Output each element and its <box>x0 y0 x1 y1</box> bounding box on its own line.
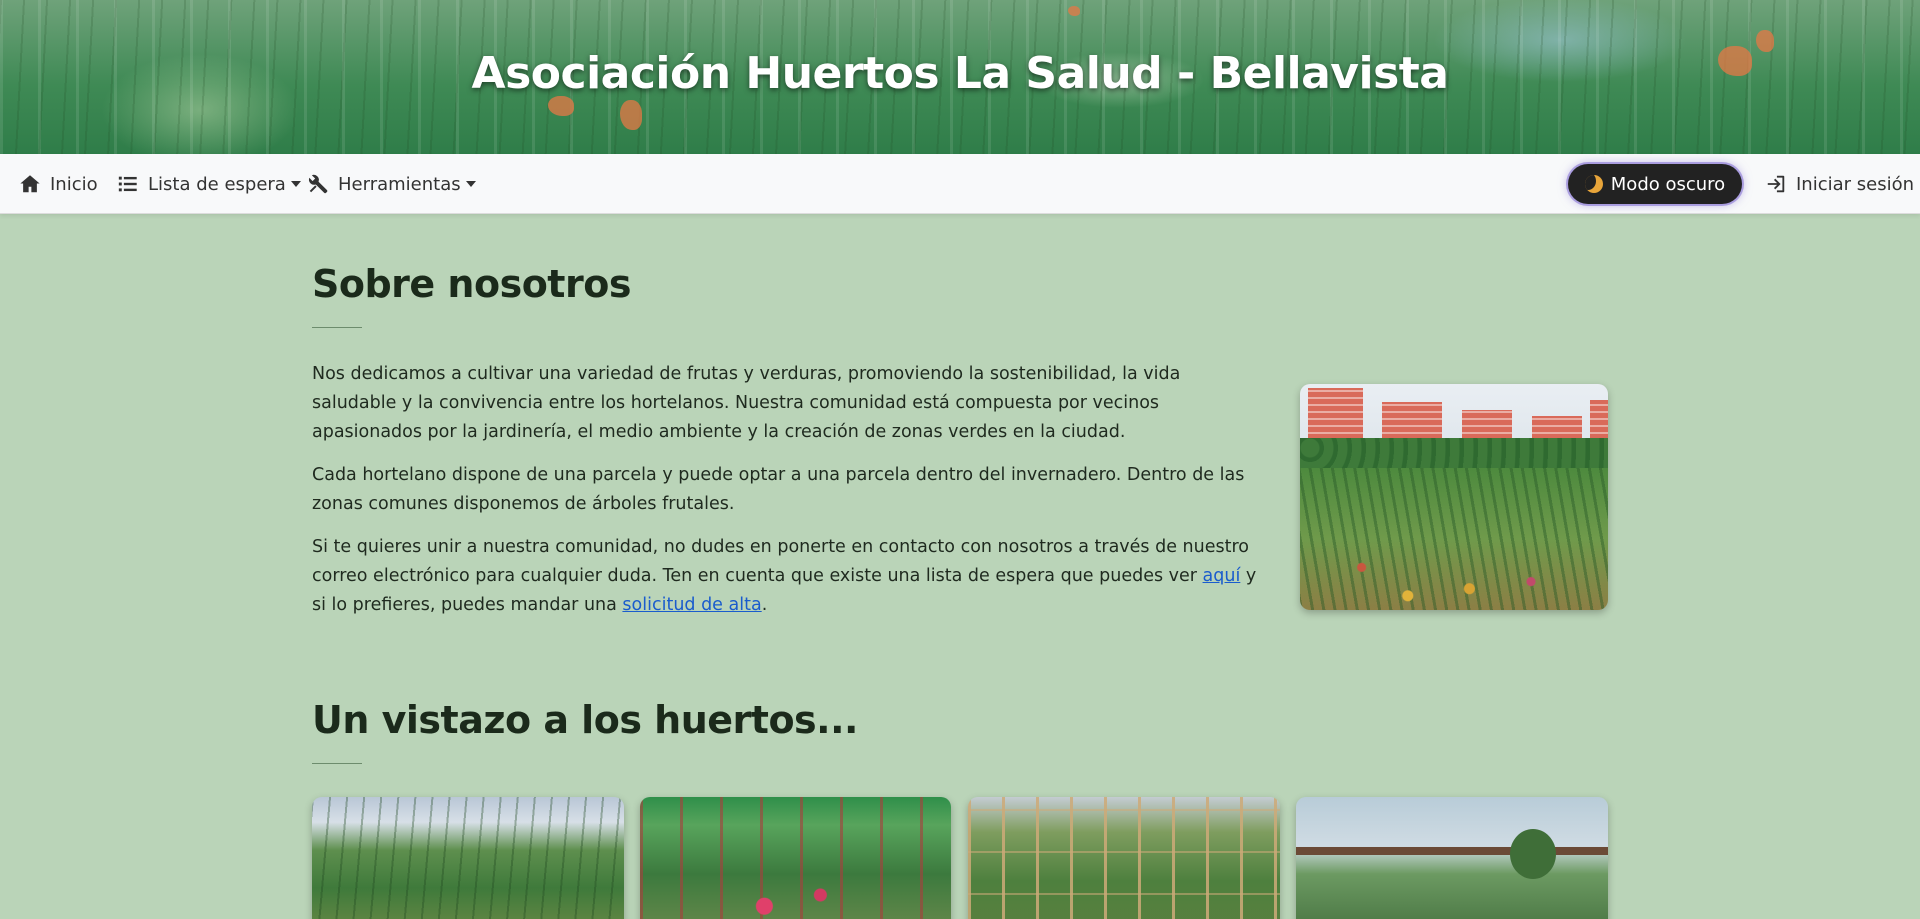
gallery-photo-4[interactable] <box>1296 797 1608 919</box>
gallery-photo-1[interactable] <box>312 797 624 919</box>
nav-item-inicio[interactable]: Inicio <box>19 154 98 214</box>
photo-garden <box>1300 468 1608 610</box>
signup-request-link[interactable]: solicitud de alta <box>622 595 761 615</box>
section-divider <box>312 327 362 328</box>
banner-flower <box>620 100 642 130</box>
login-link[interactable]: Iniciar sesión <box>1765 154 1914 214</box>
gallery-photo-3[interactable] <box>968 797 1280 919</box>
nav-item-herramientas[interactable]: Herramientas <box>307 154 476 214</box>
header-banner: Asociación Huertos La Salud - Bellavista <box>0 0 1920 154</box>
waitlist-link[interactable]: aquí <box>1203 566 1241 586</box>
nav-item-label: Herramientas <box>338 173 461 195</box>
banner-flower <box>1068 6 1080 16</box>
login-icon <box>1767 175 1785 193</box>
dark-mode-toggle[interactable]: Modo oscuro <box>1568 164 1742 204</box>
about-photo <box>1300 384 1608 610</box>
moon-icon <box>1584 175 1603 193</box>
banner-flower <box>548 96 574 116</box>
about-p3-text: . <box>761 595 768 615</box>
tools-icon <box>308 174 328 194</box>
about-paragraph-1: Nos dedicamos a cultivar una variedad de… <box>312 364 1181 442</box>
gallery-title: Un vistazo a los huertos... <box>312 698 858 742</box>
nav-item-label: Inicio <box>50 173 98 195</box>
chevron-down-icon <box>465 181 476 187</box>
photo-tree <box>1510 829 1556 879</box>
about-paragraph-3: Si te quieres unir a nuestra comunidad, … <box>312 533 1262 620</box>
site-title: Asociación Huertos La Salud - Bellavista <box>471 48 1449 99</box>
nav-item-lista-espera[interactable]: Lista de espera <box>117 154 301 214</box>
home-icon <box>20 175 40 193</box>
nav-item-label: Lista de espera <box>148 173 286 195</box>
about-text: Nos dedicamos a cultivar una variedad de… <box>312 360 1262 634</box>
login-label: Iniciar sesión <box>1796 173 1915 195</box>
chevron-down-icon <box>290 181 301 187</box>
about-paragraph-2: Cada hortelano dispone de una parcela y … <box>312 465 1245 514</box>
list-icon <box>118 176 137 192</box>
about-p3-text: Si te quieres unir a nuestra comunidad, … <box>312 537 1249 586</box>
about-title: Sobre nosotros <box>312 262 631 306</box>
section-divider <box>312 763 362 764</box>
gallery-photo-2[interactable] <box>640 797 951 919</box>
photo-trees <box>1300 438 1608 472</box>
dark-mode-label: Modo oscuro <box>1610 173 1726 195</box>
